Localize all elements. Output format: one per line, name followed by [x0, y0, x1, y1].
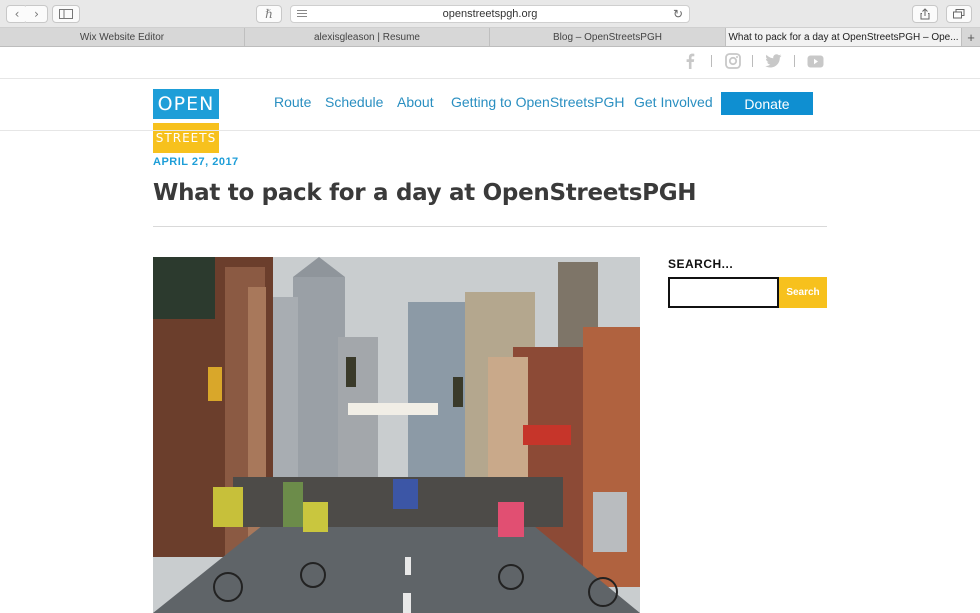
nav-getting-to[interactable]: Getting to OpenStreetsPGH: [451, 94, 625, 110]
instagram-icon: [725, 53, 741, 69]
logo-streets[interactable]: STREETS: [153, 123, 219, 153]
post-photo: [153, 257, 640, 613]
tab-label: Wix Website Editor: [79, 31, 165, 43]
post-date: APRIL 27, 2017: [153, 156, 239, 168]
search-button[interactable]: Search: [779, 277, 827, 308]
facebook-link[interactable]: [685, 52, 695, 70]
search-input[interactable]: [668, 277, 779, 308]
chevron-right-icon: ›: [34, 7, 39, 21]
street-scene-image: [153, 257, 640, 613]
reader-icon: [297, 10, 307, 19]
tab-blog[interactable]: Blog – OpenStreetsPGH: [490, 28, 726, 46]
url-text: openstreetspgh.org: [442, 8, 538, 20]
chevron-left-icon: ‹: [14, 7, 20, 21]
youtube-link[interactable]: [807, 52, 824, 70]
divider: [752, 55, 753, 67]
logo-top-text: OPEN: [157, 93, 215, 115]
share-button[interactable]: [912, 5, 938, 23]
tab-label: Blog – OpenStreetsPGH: [553, 31, 662, 43]
twitter-icon: [765, 54, 782, 68]
address-bar[interactable]: openstreetspgh.org ↻: [290, 5, 690, 23]
sidebar-toggle-button[interactable]: [52, 5, 80, 23]
forward-button[interactable]: ›: [26, 5, 48, 23]
nav-route[interactable]: Route: [274, 94, 311, 110]
header-top-divider: [0, 78, 980, 79]
nav-get-involved[interactable]: Get Involved: [634, 94, 713, 110]
extension-button[interactable]: ℏ: [256, 5, 282, 23]
sidebar-icon: [59, 9, 73, 19]
tab-bar: Wix Website Editor alexisgleason | Resum…: [0, 28, 980, 47]
browser-toolbar: ‹ › ℏ openstreetspgh.org ↻: [0, 0, 980, 28]
divider: [794, 55, 795, 67]
tab-label: alexisgleason | Resume: [314, 31, 420, 43]
title-divider: [153, 226, 827, 227]
logo-bottom-text: STREETS: [155, 131, 217, 145]
reload-icon[interactable]: ↻: [673, 7, 683, 21]
plus-icon: +: [967, 29, 975, 45]
facebook-icon: [686, 53, 695, 69]
nav-about[interactable]: About: [397, 94, 434, 110]
post-title: What to pack for a day at OpenStreetsPGH: [153, 180, 697, 206]
tabs-icon: [953, 9, 965, 19]
divider: [711, 55, 712, 67]
youtube-icon: [807, 55, 824, 67]
donate-button[interactable]: Donate: [721, 92, 813, 115]
search-heading: SEARCH...: [668, 257, 734, 271]
tab-label: What to pack for a day at OpenStreetsPGH…: [728, 31, 959, 43]
tabs-overview-button[interactable]: [946, 5, 972, 23]
twitter-link[interactable]: [765, 52, 782, 70]
logo-open[interactable]: OPEN: [153, 89, 219, 119]
new-tab-button[interactable]: +: [962, 28, 980, 46]
tab-wix-editor[interactable]: Wix Website Editor: [0, 28, 245, 46]
instagram-link[interactable]: [725, 52, 741, 70]
tab-current-post[interactable]: What to pack for a day at OpenStreetsPGH…: [726, 28, 962, 46]
extension-icon: ℏ: [265, 7, 273, 21]
nav-schedule[interactable]: Schedule: [325, 94, 383, 110]
back-button[interactable]: ‹: [6, 5, 28, 23]
tab-resume[interactable]: alexisgleason | Resume: [245, 28, 490, 46]
share-icon: [920, 8, 930, 20]
header-bottom-divider: [0, 130, 980, 131]
